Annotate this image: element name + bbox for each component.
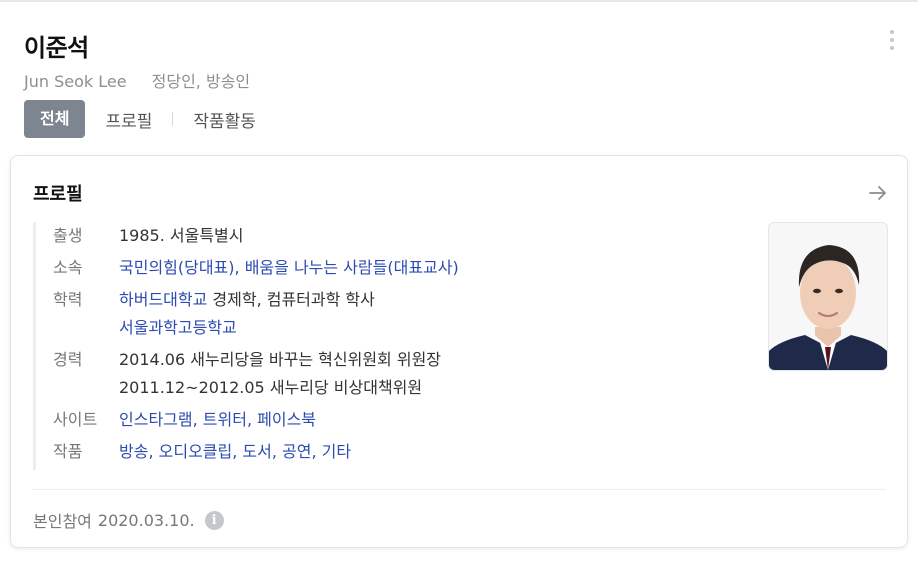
education-major: 경제학, 컴퓨터과학 학사 (207, 290, 375, 309)
english-name: Jun Seok Lee (24, 72, 127, 91)
more-vertical-icon[interactable] (886, 30, 898, 54)
person-name: 이준석 (24, 34, 89, 62)
sites-row: 사이트 인스타그램, 트위터, 페이스북 (53, 406, 643, 434)
participation-date: 2020.03.10. (97, 510, 195, 530)
top-divider (0, 0, 918, 2)
works-label: 작품 (53, 442, 83, 461)
occupation: 정당인, 방송인 (151, 72, 251, 91)
site-link-facebook[interactable]: 페이스북 (257, 410, 316, 429)
tab-profile[interactable]: 프로필 (85, 107, 152, 132)
self-participation-label: 본인참여 (33, 512, 92, 531)
education-link-harvard[interactable]: 하버드대학교 (119, 290, 207, 309)
card-footer: 본인참여 2020.03.10. i (33, 508, 224, 532)
career-label: 경력 (53, 350, 83, 369)
profile-photo[interactable] (768, 222, 888, 371)
birth-value: 1985. 서울특별시 (119, 226, 244, 245)
education-row: 학력 하버드대학교 경제학, 컴퓨터과학 학사 서울과학고등학교 (53, 286, 643, 342)
education-label: 학력 (53, 290, 83, 309)
affiliation-link-org[interactable]: 배움을 나누는 사람들(대표교사) (245, 258, 459, 277)
arrow-right-icon[interactable] (867, 182, 889, 204)
profile-card: 프로필 출생 1985. 서울특별시 소속 국민의힘(당대표), 배움을 나누는… (10, 155, 908, 548)
works-link-books[interactable]: 도서, (242, 442, 282, 461)
affiliation-label: 소속 (53, 258, 83, 277)
person-subline: Jun Seok Lee 정당인, 방송인 (24, 68, 250, 92)
footer-divider (33, 489, 886, 490)
career-item: 2011.12~2012.05 새누리당 비상대책위원 (119, 378, 423, 397)
profile-info: 출생 1985. 서울특별시 소속 국민의힘(당대표), 배움을 나누는 사람들… (33, 222, 643, 470)
education-link-highschool[interactable]: 서울과학고등학교 (119, 318, 237, 337)
tab-all[interactable]: 전체 (24, 100, 86, 138)
affiliation-link-party[interactable]: 국민의힘(당대표), (119, 258, 245, 277)
info-icon[interactable]: i (204, 510, 224, 530)
works-row: 작품 방송, 오디오클립, 도서, 공연, 기타 (53, 438, 643, 466)
sites-label: 사이트 (53, 410, 98, 429)
card-title: 프로필 (33, 184, 83, 205)
works-link-performance[interactable]: 공연, (282, 442, 322, 461)
works-link-broadcast[interactable]: 방송, (119, 442, 159, 461)
works-link-etc[interactable]: 기타 (322, 442, 351, 461)
site-link-instagram[interactable]: 인스타그램, (119, 410, 203, 429)
birth-label: 출생 (53, 226, 83, 245)
career-row: 경력 2014.06 새누리당을 바꾸는 혁신위원회 위원장 2011.12~2… (53, 346, 643, 402)
works-link-audioclip[interactable]: 오디오클립, (159, 442, 243, 461)
career-item: 2014.06 새누리당을 바꾸는 혁신위원회 위원장 (119, 350, 442, 369)
affiliation-row: 소속 국민의힘(당대표), 배움을 나누는 사람들(대표교사) (53, 254, 643, 282)
birth-row: 출생 1985. 서울특별시 (53, 222, 643, 250)
tab-works[interactable]: 작품활동 (173, 107, 256, 132)
site-link-twitter[interactable]: 트위터, (203, 410, 257, 429)
tab-bar: 전체 프로필 작품활동 (24, 100, 256, 138)
